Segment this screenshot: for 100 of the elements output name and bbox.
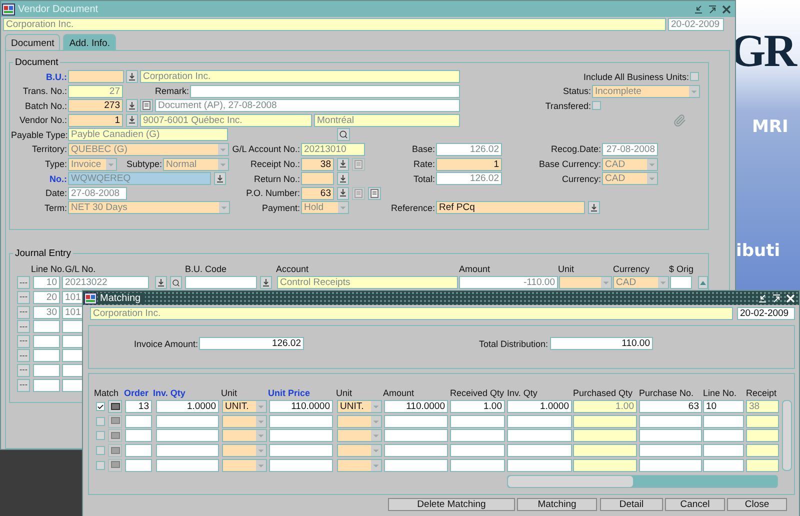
text-field[interactable] [450, 458, 505, 472]
text-field[interactable] [746, 444, 779, 458]
text-field[interactable]: 110.0000 [384, 400, 448, 413]
text-field[interactable]: 1 [436, 158, 502, 171]
list-button[interactable] [337, 186, 349, 200]
action-button[interactable]: Matching [517, 498, 597, 511]
text-field[interactable]: 10 [703, 400, 744, 413]
text-field[interactable] [125, 429, 152, 442]
row-button[interactable]: --- [17, 378, 30, 392]
text-field[interactable] [639, 414, 702, 428]
text-field[interactable] [33, 349, 60, 362]
text-field[interactable]: 20-02-2009 [668, 18, 724, 31]
text-field[interactable]: 20 [33, 290, 60, 304]
text-field[interactable] [746, 414, 779, 428]
checkbox[interactable] [690, 72, 699, 81]
text-field[interactable] [33, 334, 60, 348]
action-button[interactable]: Close [727, 498, 787, 511]
text-field[interactable] [639, 429, 702, 442]
text-field[interactable]: 126.02 [436, 172, 502, 186]
text-field[interactable]: Corporation Inc. [90, 307, 733, 320]
dropdown-field[interactable] [222, 444, 267, 458]
dropdown-field[interactable] [337, 458, 382, 472]
text-field[interactable] [507, 444, 572, 458]
text-field[interactable] [269, 444, 333, 458]
search-button[interactable] [337, 128, 350, 142]
text-field[interactable] [384, 458, 448, 472]
text-field[interactable] [190, 84, 460, 98]
text-field[interactable] [156, 458, 219, 472]
text-field[interactable] [68, 70, 124, 83]
tab[interactable]: Document [5, 34, 60, 50]
text-field[interactable] [746, 458, 779, 472]
text-field[interactable] [450, 444, 505, 458]
text-field[interactable]: 27-08-2008 [602, 142, 658, 156]
text-field[interactable] [269, 414, 333, 428]
search-button[interactable] [170, 276, 182, 290]
row-button[interactable]: --- [17, 276, 30, 290]
text-field[interactable] [703, 429, 744, 442]
list-button[interactable] [337, 158, 349, 171]
text-field[interactable]: 1 [68, 114, 123, 127]
text-field[interactable]: 126.02 [436, 142, 502, 156]
text-field[interactable]: 20213022 [62, 276, 149, 290]
text-field[interactable] [573, 444, 637, 458]
scroll-up-button[interactable] [698, 276, 708, 290]
row-button[interactable]: --- [17, 334, 30, 348]
text-field[interactable]: 38 [301, 158, 334, 171]
vertical-scrollbar[interactable] [782, 400, 792, 471]
text-field[interactable] [670, 276, 692, 290]
dropdown-field[interactable] [222, 414, 267, 428]
row-button[interactable]: --- [17, 306, 30, 319]
text-field[interactable]: Corporation Inc. [3, 18, 666, 31]
list-button[interactable] [260, 276, 272, 290]
list-button[interactable] [155, 276, 167, 290]
text-field[interactable]: 30 [33, 306, 60, 319]
action-button[interactable]: Delete Matching [388, 498, 515, 511]
text-field[interactable]: 1.0000 [156, 400, 219, 413]
text-field[interactable]: 27-08-2008 [68, 186, 127, 200]
document-button[interactable] [368, 186, 381, 200]
text-field[interactable]: 38 [746, 400, 779, 413]
close-icon[interactable] [721, 4, 732, 14]
text-field[interactable] [185, 276, 257, 290]
action-button[interactable]: Detail [600, 498, 663, 511]
document-button[interactable] [140, 99, 153, 112]
list-button[interactable] [337, 172, 349, 186]
dropdown-field[interactable] [337, 444, 382, 458]
text-field[interactable] [384, 429, 448, 442]
list-button[interactable] [126, 99, 138, 112]
dropdown-field[interactable] [337, 429, 382, 442]
text-field[interactable] [573, 414, 637, 428]
list-button[interactable] [214, 172, 226, 186]
text-field[interactable]: 126.02 [199, 337, 304, 350]
text-field[interactable] [507, 414, 572, 428]
text-field[interactable] [450, 414, 505, 428]
list-button[interactable] [126, 114, 138, 127]
dropdown-field[interactable] [222, 429, 267, 442]
dropdown-field[interactable] [337, 414, 382, 428]
text-field[interactable] [573, 458, 637, 472]
text-field[interactable]: 1.0000 [507, 400, 572, 413]
text-field[interactable] [703, 414, 744, 428]
text-field[interactable] [703, 458, 744, 472]
tab[interactable]: Add. Info. [63, 34, 116, 50]
text-field[interactable] [33, 320, 60, 334]
text-field[interactable] [125, 458, 152, 472]
text-field[interactable]: Ref PCq [436, 201, 585, 214]
row-button[interactable]: --- [17, 320, 30, 334]
text-field[interactable]: Corporation Inc. [140, 70, 460, 83]
text-field[interactable]: Control Receipts [277, 276, 458, 290]
minimize-icon[interactable] [693, 4, 704, 14]
text-field[interactable] [507, 458, 572, 472]
text-field[interactable]: -110.00 [459, 276, 558, 290]
maximize-icon[interactable] [707, 4, 718, 14]
text-field[interactable] [156, 444, 219, 458]
text-field[interactable] [269, 429, 333, 442]
list-button[interactable] [588, 201, 600, 214]
dropdown-field[interactable] [559, 276, 612, 290]
text-field[interactable] [450, 429, 505, 442]
text-field[interactable]: 63 [639, 400, 702, 413]
row-button[interactable]: --- [17, 364, 30, 377]
text-field[interactable] [33, 364, 60, 377]
text-field[interactable]: 110.0000 [269, 400, 333, 413]
text-field[interactable] [301, 172, 334, 186]
